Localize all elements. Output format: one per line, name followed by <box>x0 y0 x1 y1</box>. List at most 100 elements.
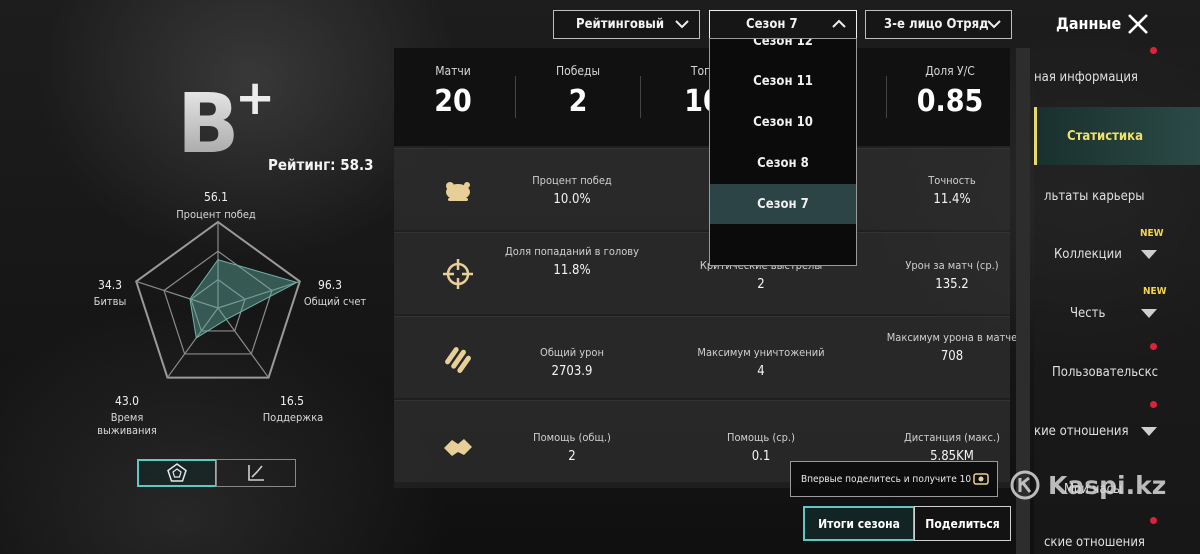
stat-cell: Дистанция (макс.) 5.85KM <box>877 431 1027 464</box>
sidebar-item-label: кие отношения <box>1034 423 1129 439</box>
radar-chart: 56.1 Процент побед 96.3 Общий счет 16.5 … <box>80 180 380 437</box>
trend-view-toggle[interactable] <box>216 459 296 487</box>
sidebar-item-label: Честь <box>1070 305 1106 321</box>
share-reward-tooltip: Впервые поделитесь и получите 10 <box>790 461 998 497</box>
stat-label: Процент побед <box>532 174 612 187</box>
stat-label: Максимум уничтожений <box>697 346 825 359</box>
close-icon[interactable] <box>1126 12 1150 36</box>
sidebar-item-statistics[interactable]: Статистика <box>1034 107 1200 165</box>
radar-area <box>189 259 299 339</box>
rating-label: Рейтинг: 58.3 <box>268 156 374 174</box>
sidebar-item-honor[interactable]: Честь <box>1034 284 1200 342</box>
sidebar-item-label: Коллекции <box>1054 246 1122 262</box>
stat-label: Помощь (ср.) <box>727 431 795 444</box>
season-option-selected[interactable]: Сезон 7 <box>710 184 856 224</box>
sidebar-item-label: ная информация <box>1034 69 1138 85</box>
stat-label: Точность <box>928 174 976 187</box>
radar-value-score: 96.3 <box>317 278 343 292</box>
triangle-down-icon <box>1141 309 1157 318</box>
season-option[interactable]: Сезон 10 <box>710 102 856 142</box>
crosshair-icon <box>443 259 473 289</box>
chicken-icon <box>446 182 470 201</box>
perspective-dropdown[interactable]: 3-е лицо Отряд <box>865 10 1012 39</box>
summary-kd: Доля У/С 0.85 <box>885 64 1015 119</box>
stat-value: 135.2 <box>935 277 969 292</box>
stat-label: Общий урон <box>540 346 604 359</box>
sidebar-item-relations-2[interactable]: ские отношения <box>1034 530 1200 554</box>
stat-cell: Урон за матч (ср.) 135.2 <box>877 259 1027 292</box>
chevron-down-icon <box>987 20 1001 29</box>
summary-value: 20 <box>434 84 472 119</box>
summary-value: 0.85 <box>916 84 984 119</box>
stat-value: 2 <box>568 449 576 464</box>
sidebar-item-label: ские отношения <box>1044 534 1145 550</box>
chevron-up-icon <box>832 19 846 28</box>
stat-cell: Точность 11.4% <box>877 174 1027 207</box>
season-option[interactable]: Сезон 12 <box>710 39 856 61</box>
share-button[interactable]: Поделиться <box>914 506 1011 541</box>
summary-value: 2 <box>568 84 588 119</box>
radar-value-winrate: 56.1 <box>203 190 229 204</box>
new-badge: NEW <box>1140 228 1164 239</box>
button-label: Поделиться <box>925 516 1000 531</box>
sidebar-item-label: Пользовательскс <box>1052 364 1159 380</box>
stat-cell: Доля попаданий в голову 11.8% <box>497 245 647 278</box>
season-list: Сезон 12 Сезон 11 Сезон 10 Сезон 8 Сезон… <box>709 38 857 266</box>
sidebar-item-custom[interactable]: Пользовательскс <box>1034 343 1200 401</box>
stat-label: Дистанция (макс.) <box>904 431 1000 444</box>
stat-value: 10.0% <box>553 192 591 207</box>
stat-value: 2 <box>757 277 765 292</box>
radar-label-survival: Время выживания <box>97 411 157 437</box>
tooltip-text: Впервые поделитесь и получите 10 <box>801 473 972 485</box>
season-dropdown-value: Сезон 7 <box>746 17 798 32</box>
triangle-down-icon <box>1141 427 1157 436</box>
stat-cell: Помощь (общ.) 2 <box>497 431 647 464</box>
season-dropdown[interactable]: Сезон 7 <box>709 10 857 39</box>
season-option[interactable]: Сезон 11 <box>710 61 856 101</box>
stat-value: 4 <box>757 364 765 379</box>
season-results-button[interactable]: Итоги сезона <box>803 506 915 541</box>
grade-letter: B <box>177 77 240 162</box>
sidebar-item-basic-info[interactable]: ная информация <box>1034 48 1200 106</box>
radar-label-battles: Битвы <box>93 295 127 308</box>
trend-chart-icon <box>248 465 264 481</box>
button-label: Итоги сезона <box>818 516 900 531</box>
summary-label: Матчи <box>435 64 471 78</box>
stat-cell: Максимум урона в матче 708 <box>877 331 1027 364</box>
stat-label: Доля попаданий в голову <box>505 245 639 258</box>
ammo-icon <box>445 347 471 373</box>
radar-label-score: Общий счет <box>303 295 367 308</box>
perspective-dropdown-value: 3-е лицо Отряд <box>884 17 989 32</box>
watermark-text: Kaspi.kz <box>1048 470 1167 500</box>
sidebar-item-label: льтаты карьеры <box>1044 188 1145 204</box>
stat-label: Урон за матч (ср.) <box>905 259 999 272</box>
season-option[interactable]: Сезон 8 <box>710 143 856 183</box>
sidebar-item-career[interactable]: льтаты карьеры <box>1034 167 1200 225</box>
stat-value: 11.8% <box>553 263 591 278</box>
mode-dropdown-value: Рейтинговый <box>576 17 665 32</box>
handshake-icon <box>444 439 472 456</box>
radar-label-winrate: Процент побед <box>176 208 256 221</box>
stat-value: 2703.9 <box>551 364 593 379</box>
grade-badge: B + <box>177 72 275 162</box>
sidebar-item-collections[interactable]: Коллекции <box>1034 225 1200 283</box>
radar-value-battles: 34.3 <box>97 278 123 292</box>
stat-value: 11.4% <box>933 192 971 207</box>
stat-cell: Максимум уничтожений 4 <box>686 346 836 379</box>
summary-label: Победы <box>555 64 600 78</box>
summary-label: Доля У/С <box>925 64 975 78</box>
stat-cell: Общий урон 2703.9 <box>497 346 647 379</box>
stat-cell: Процент побед 10.0% <box>497 174 647 207</box>
stat-value: 708 <box>940 349 964 364</box>
pentagon-icon <box>167 463 187 482</box>
radar-view-toggle[interactable] <box>137 459 217 487</box>
kaspi-logo-icon <box>1010 470 1040 500</box>
stat-label: Помощь (общ.) <box>533 431 611 444</box>
sidebar-item-relations[interactable]: кие отношения <box>1034 402 1200 460</box>
radar-label-support: Поддержка <box>262 411 324 424</box>
stat-cell: Помощь (ср.) 0.1 <box>686 431 836 464</box>
summary-wins: Победы 2 <box>513 64 643 119</box>
mode-dropdown[interactable]: Рейтинговый <box>553 10 700 39</box>
chevron-down-icon <box>675 20 689 29</box>
stat-label: Максимум урона в матче <box>886 331 1018 344</box>
